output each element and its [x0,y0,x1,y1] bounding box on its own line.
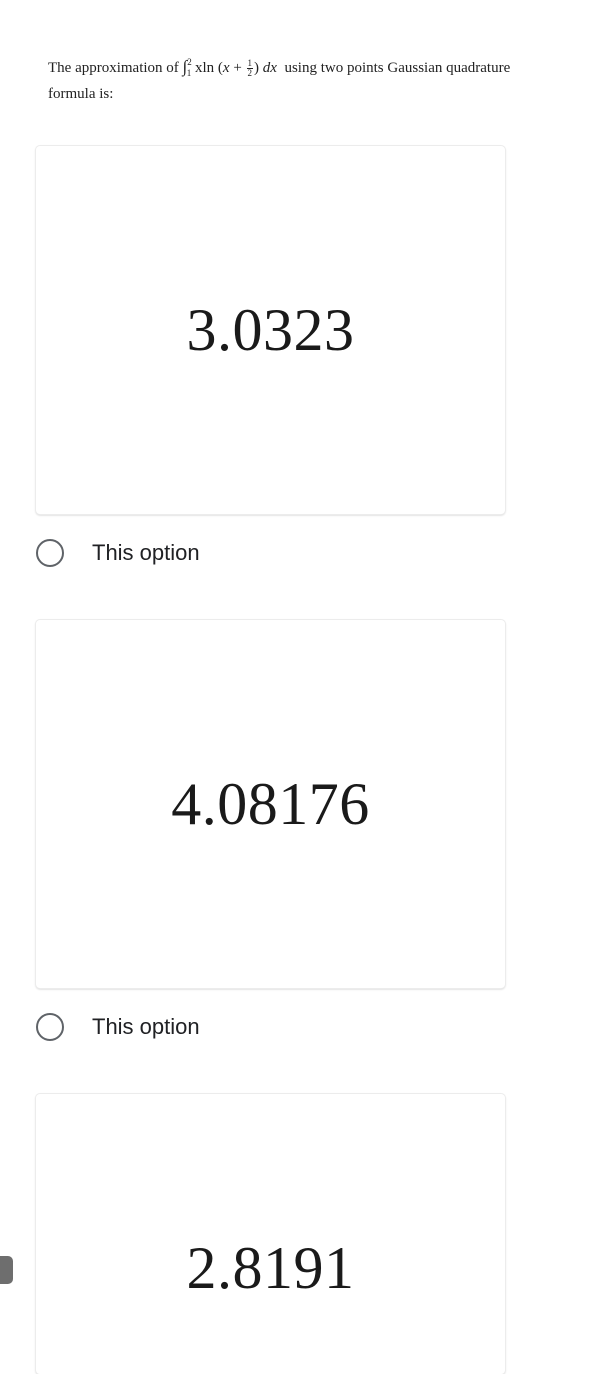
integrand-var-x: x [222,60,230,76]
integral-lower-limit: 1 [186,68,192,78]
option-choice-2[interactable]: This option [36,1010,200,1044]
dx-term: dx [259,60,277,76]
question-suffix: using two points Gaussian quadrature [276,60,511,76]
question-line-1: The approximation of ∫21 xln (x + 1 2) dx… [48,54,588,82]
option-value-3: 2.8191 [186,1235,355,1301]
option-image-card-1: 3.0323 [36,146,505,514]
radio-button-icon[interactable] [36,539,64,567]
question-text: The approximation of ∫21 xln (x + 1 2) dx… [48,54,588,107]
radio-button-icon[interactable] [36,1013,64,1041]
option-choice-1[interactable]: This option [36,536,200,570]
integral-expression: ∫21 xln (x + 1 2) dx [183,57,277,79]
option-label-1: This option [92,540,200,565]
option-image-card-2: 4.08176 [36,620,505,988]
fraction-denominator: 2 [247,68,253,79]
option-label-2: This option [92,1014,200,1039]
question-prefix: The approximation of [48,60,183,76]
option-image-card-3: 2.8191 [36,1094,505,1374]
plus-sign: + [229,60,246,76]
integrand-ln: ln [202,60,215,76]
question-line-2: formula is: [48,86,114,102]
integral-upper-limit: 2 [187,57,192,67]
option-value-2: 4.08176 [171,770,370,837]
edge-handle[interactable] [0,1256,13,1284]
paren-open: ( [214,60,223,76]
fraction-one-half: 12 [246,59,254,79]
option-value-1: 3.0323 [186,296,355,363]
